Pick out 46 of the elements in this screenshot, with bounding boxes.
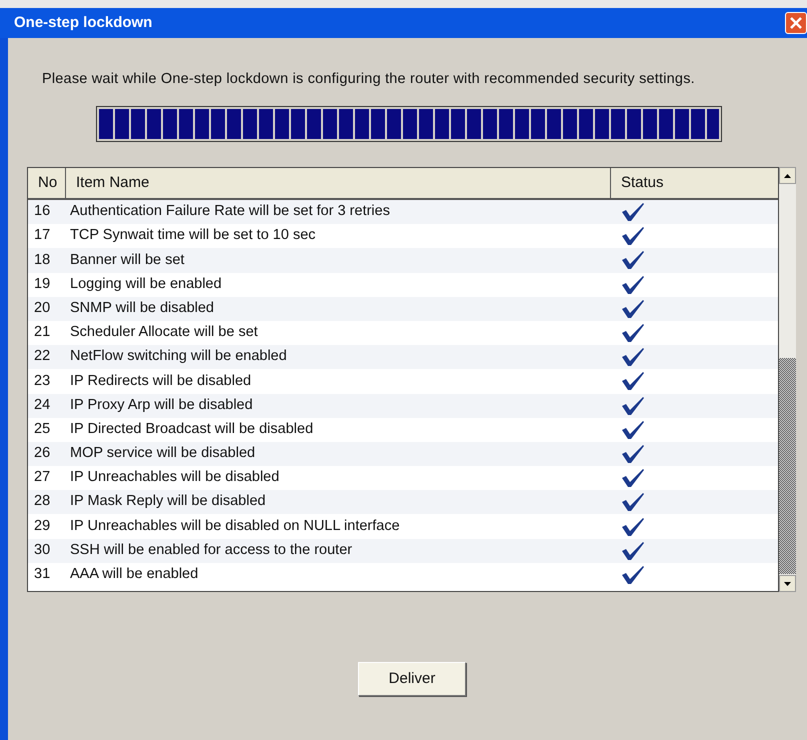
scroll-down-button[interactable]: [779, 575, 796, 592]
table-cell-text: SSH will be enabled for access to the router: [69, 540, 354, 560]
table-cell-text: 18: [33, 250, 52, 270]
column-header[interactable]: Item Name: [66, 168, 611, 198]
column-header[interactable]: No: [28, 168, 66, 198]
table-cell-text: 28: [33, 492, 52, 512]
table-cell-text: Authentication Failure Rate will be set for 3 retries: [69, 202, 391, 222]
close-button[interactable]: [785, 12, 807, 34]
table-cell-text: 29: [33, 516, 52, 536]
table-cell-text: 20: [33, 298, 52, 318]
table-cell-text: IP Directed Broadcast will be disabled: [69, 420, 314, 439]
scroll-up-button[interactable]: [779, 167, 796, 184]
table-cell-text: 21: [33, 323, 52, 342]
table-cell-text: IP Mask Reply will be disabled: [69, 492, 267, 512]
table-cell-text: MOP service will be disabled: [69, 444, 256, 464]
table-cell-text: 31: [33, 565, 52, 584]
table-cell-text: IP Unreachables will be disabled on NULL interface: [69, 516, 401, 536]
status-message: Please wait while One-step lockdown is configuring the router with recommended security settings.: [41, 70, 696, 89]
table-cell-text: 22: [33, 347, 52, 366]
scroll-thumb[interactable]: [779, 358, 796, 574]
up-arrow-icon: [784, 174, 791, 178]
table-cell-text: 26: [33, 444, 52, 464]
table-cell-text: 27: [33, 468, 52, 488]
close-icon: [790, 17, 802, 29]
table-cell-text: IP Proxy Arp will be disabled: [69, 396, 254, 415]
table-cell-text: Scheduler Allocate will be set: [69, 323, 259, 342]
table-cell-text: Banner will be set: [69, 250, 186, 270]
column-header[interactable]: Status: [611, 168, 778, 198]
scrollbar[interactable]: [779, 167, 796, 592]
table-cell-text: AAA will be enabled: [69, 565, 200, 584]
table-cell-text: 17: [33, 226, 52, 246]
table-cell-text: Logging will be enabled: [69, 274, 223, 294]
table-cell-text: 23: [33, 372, 52, 391]
table-cell-text: TCP Synwait time will be set to 10 sec: [69, 226, 317, 246]
table-cell-text: IP Redirects will be disabled: [69, 372, 252, 391]
window-title: One-step lockdown: [14, 12, 152, 33]
table-cell-text: SNMP will be disabled: [69, 298, 215, 318]
table-cell-text: 25: [33, 420, 52, 439]
table-cell-text: 19: [33, 274, 52, 294]
deliver-button[interactable]: Deliver: [358, 662, 466, 696]
table-cell-text: 30: [33, 540, 52, 560]
table-cell-text: 24: [33, 396, 52, 415]
table-cell-text: NetFlow switching will be enabled: [69, 347, 288, 366]
down-arrow-icon: [784, 582, 791, 586]
table-cell-text: IP Unreachables will be disabled: [69, 468, 280, 488]
table-cell-text: 16: [33, 202, 52, 222]
